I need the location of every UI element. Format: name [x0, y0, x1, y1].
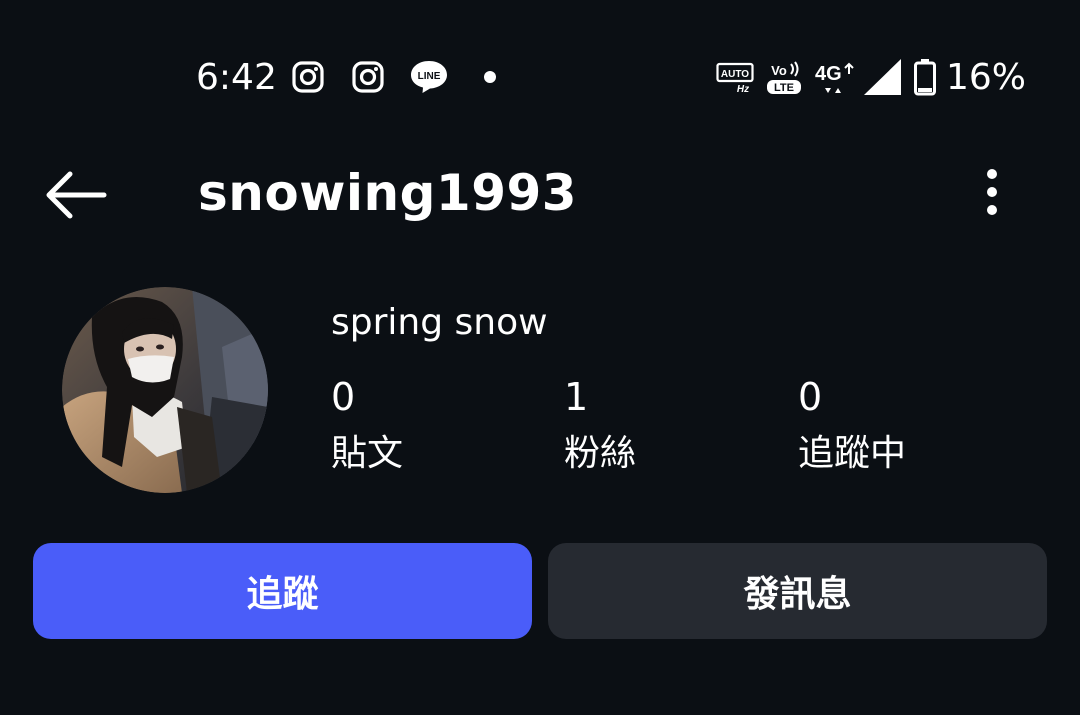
profile-avatar[interactable]	[62, 287, 268, 493]
volte-icon: Vo LTE	[767, 61, 801, 94]
follow-button[interactable]: 追蹤	[33, 543, 532, 639]
avatar-photo	[62, 287, 268, 493]
profile-username-title: snowing1993	[198, 164, 578, 222]
message-button[interactable]: 發訊息	[548, 543, 1047, 639]
stat-followers[interactable]: 1 粉絲	[564, 374, 764, 476]
svg-text:4G: 4G	[815, 63, 842, 85]
battery-icon	[914, 59, 936, 96]
back-button[interactable]	[40, 165, 112, 225]
followers-label: 粉絲	[564, 433, 637, 474]
followers-count: 1	[564, 375, 589, 419]
stat-following[interactable]: 0 追蹤中	[798, 374, 998, 476]
auto-refresh-rate-icon: AUTO Hz	[716, 62, 754, 95]
svg-text:LTE: LTE	[774, 82, 794, 94]
profile-display-name: spring snow	[331, 302, 548, 343]
signal-strength-icon	[864, 59, 901, 95]
arrow-left-icon	[46, 171, 107, 219]
more-notifications-dot	[484, 71, 496, 83]
svg-text:Vo: Vo	[771, 63, 787, 78]
following-count: 0	[798, 375, 823, 419]
svg-text:Hz: Hz	[737, 84, 749, 95]
posts-label: 貼文	[331, 433, 404, 474]
following-label: 追蹤中	[798, 433, 907, 474]
line-app-icon: LINE	[411, 61, 447, 93]
mobile-data-4g-icon: 4G	[815, 62, 854, 93]
posts-count: 0	[331, 375, 356, 419]
more-options-button[interactable]	[972, 165, 1012, 221]
instagram-icon	[292, 61, 324, 93]
stat-posts[interactable]: 0 貼文	[331, 374, 531, 476]
svg-text:AUTO: AUTO	[721, 69, 749, 80]
status-bar: 6:42 LINE AUTO Hz Vo LTE 4G 16%	[0, 0, 1080, 150]
battery-percentage: 16%	[946, 57, 1027, 98]
status-time: 6:42	[196, 57, 277, 98]
profile-screen: 6:42 LINE AUTO Hz Vo LTE 4G 16% snowing1…	[0, 0, 1080, 715]
more-vertical-icon	[987, 169, 997, 215]
svg-text:LINE: LINE	[418, 71, 441, 82]
instagram-icon	[352, 61, 384, 93]
